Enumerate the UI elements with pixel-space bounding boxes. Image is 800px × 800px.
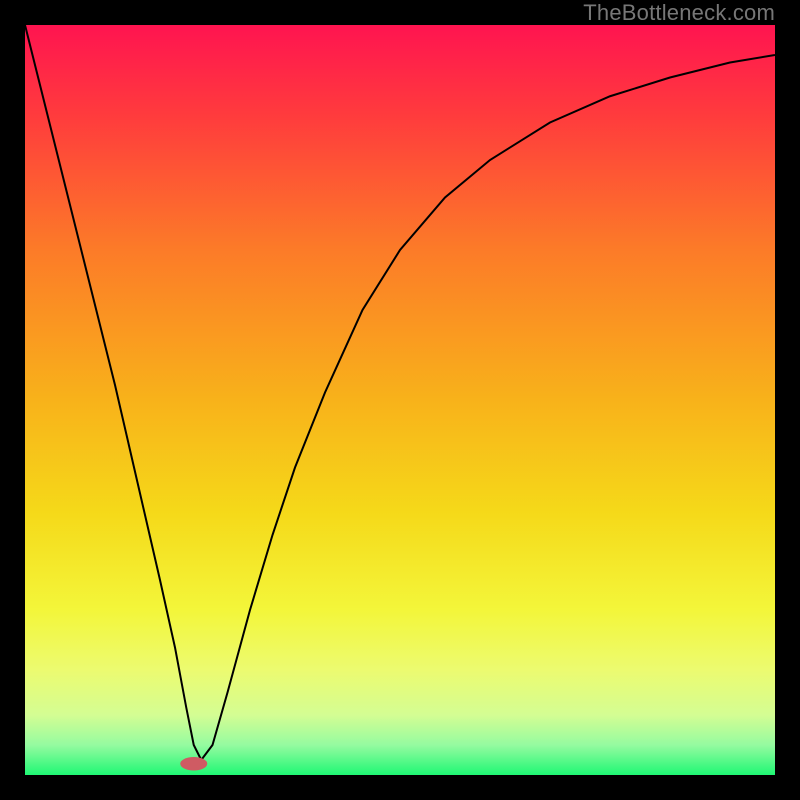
bottleneck-chart: [25, 25, 775, 775]
watermark-text: TheBottleneck.com: [583, 0, 775, 26]
plot-area: [25, 25, 775, 775]
minimum-marker: [180, 757, 207, 771]
gradient-background: [25, 25, 775, 775]
chart-container: TheBottleneck.com: [0, 0, 800, 800]
